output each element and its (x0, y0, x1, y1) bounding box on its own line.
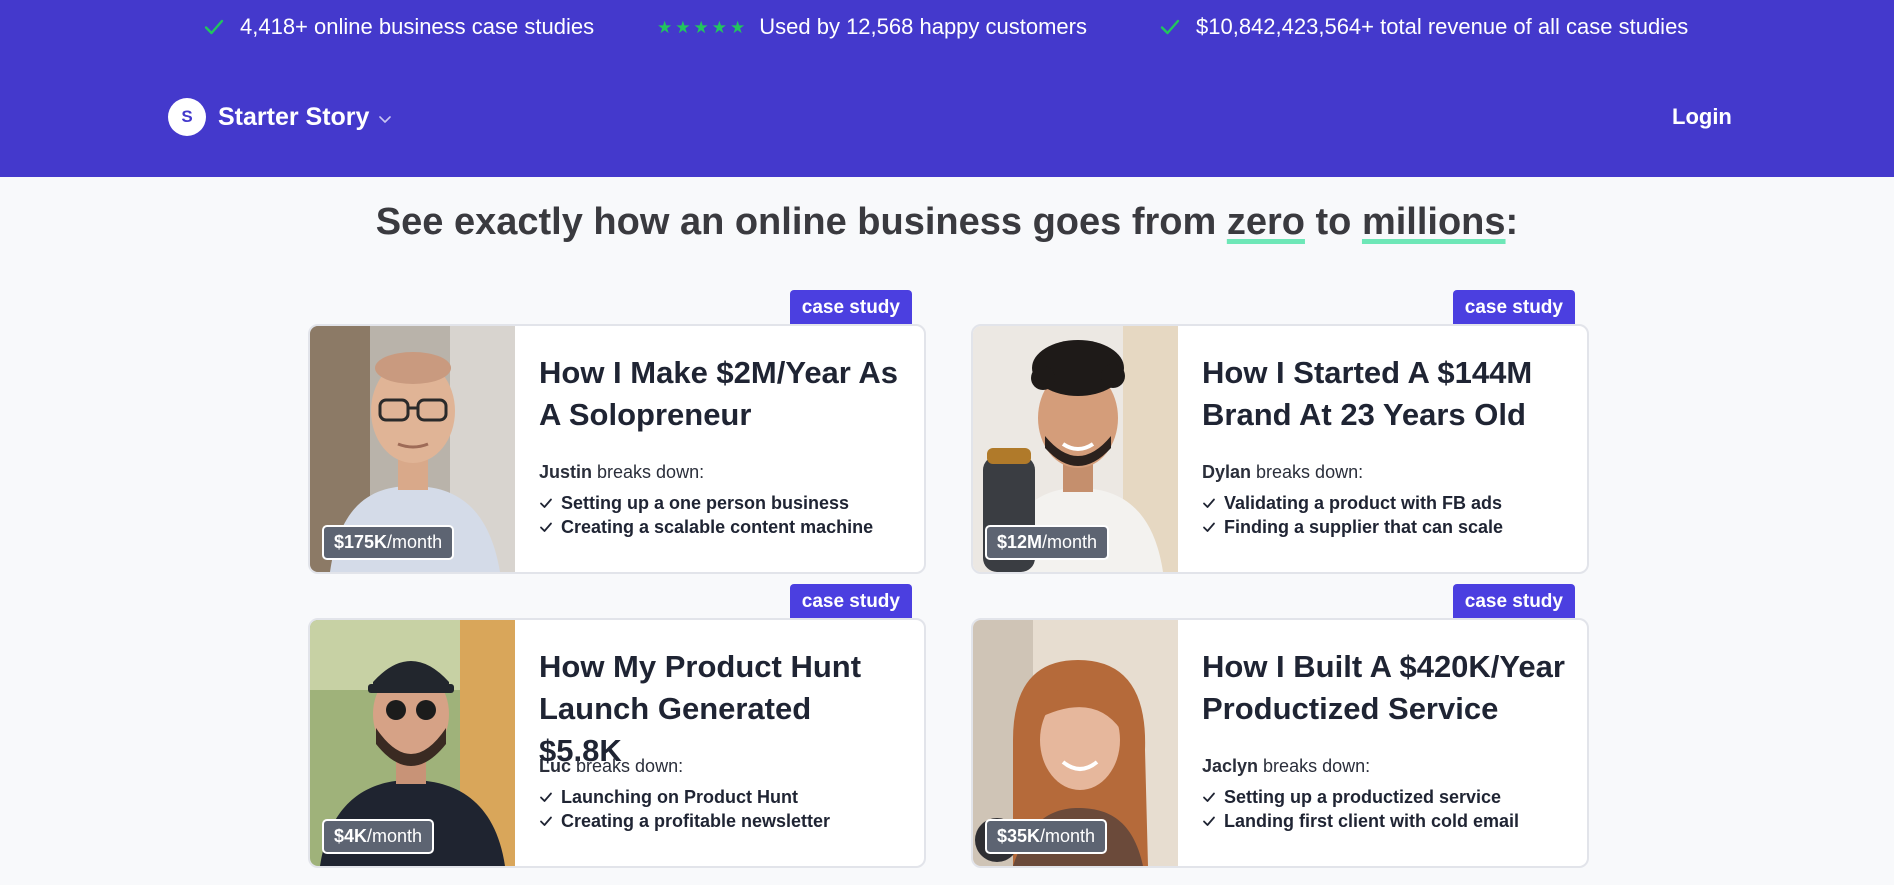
top-banner: 4,418+ online business case studies ★ ★ ★ ★… (0, 0, 1894, 177)
breaks-down-text: breaks down: (592, 462, 705, 482)
founder-name: Luc (539, 756, 572, 776)
case-study-tag[interactable]: case study (1452, 290, 1575, 326)
brand-name: Starter Story (218, 102, 370, 131)
breaks-down-text: breaks down: (1251, 462, 1364, 482)
case-study-tag[interactable]: case study (1452, 584, 1575, 620)
takeaways-list: Setting up a one person business Creatin… (539, 491, 902, 539)
takeaway-text: Setting up a one person business (561, 492, 850, 513)
stat-case-studies: 4,418+ online business case studies (202, 14, 594, 40)
takeaway-item: Setting up a one person business (539, 491, 902, 515)
check-icon (1160, 19, 1180, 35)
revenue-period: /month (367, 826, 423, 846)
stat-revenue: $10,842,423,564+ total revenue of all ca… (1158, 14, 1688, 40)
check-icon (204, 19, 224, 35)
revenue-amount: $12M (997, 532, 1043, 552)
revenue-period: /month (387, 532, 443, 552)
takeaway-text: Creating a profitable newsletter (561, 810, 831, 831)
card-body: How I Built A $420K/Year Productized Ser… (1178, 620, 1587, 866)
takeaway-text: Landing first client with cold email (1224, 810, 1520, 831)
case-study-tag[interactable]: case study (789, 290, 912, 326)
founder-photo: $12M/month (973, 326, 1178, 572)
takeaways-list: Validating a product with FB ads Finding… (1202, 491, 1565, 539)
card-body: How I Started A $144M Brand At 23 Years … (1178, 326, 1587, 572)
case-study-card[interactable]: $12M/month How I Started A $144M Brand A… (971, 324, 1589, 574)
takeaway-item: Validating a product with FB ads (1202, 491, 1565, 515)
chevron-down-icon (379, 116, 392, 123)
founder-name: Justin (539, 462, 593, 482)
card-title: How I Started A $144M Brand At 23 Years … (1202, 355, 1533, 432)
takeaway-text: Validating a product with FB ads (1224, 492, 1503, 513)
headline-text: : (1505, 201, 1519, 243)
founder-name: Dylan (1202, 462, 1252, 482)
logo-badge: S (168, 98, 206, 136)
headline-text: See exactly how an online business goes … (375, 201, 1227, 243)
card-title: How My Product Hunt Launch Generated $5.… (539, 649, 862, 768)
brand-logo-menu[interactable]: S Starter Story (168, 98, 393, 136)
revenue-period: /month (1042, 532, 1098, 552)
card-title: How I Built A $420K/Year Productized Ser… (1202, 649, 1565, 726)
takeaway-item: Landing first client with cold email (1202, 809, 1565, 833)
check-icon (540, 816, 552, 826)
breaks-down-label: Jaclyn breaks down: (1202, 756, 1565, 777)
revenue-period: /month (1040, 826, 1096, 846)
page-headline: See exactly how an online business goes … (0, 201, 1894, 244)
stat-customers: ★ ★ ★ ★ ★ Used by 12,568 happy customers (657, 14, 1087, 40)
case-study-card[interactable]: $4K/month How My Product Hunt Launch Gen… (308, 618, 926, 868)
check-icon (1203, 498, 1215, 508)
breaks-down-label: Dylan breaks down: (1202, 462, 1565, 483)
headline-text: to (1304, 201, 1362, 243)
login-link[interactable]: Login (1672, 104, 1732, 130)
revenue-amount: $175K (334, 532, 388, 552)
five-stars-icon: ★ ★ ★ ★ ★ (657, 17, 746, 37)
check-icon (540, 522, 552, 532)
revenue-amount: $4K (334, 826, 368, 846)
takeaway-text: Creating a scalable content machine (561, 516, 874, 537)
headline-highlight-zero: zero (1226, 201, 1305, 243)
stat-text: 4,418+ online business case studies (240, 14, 595, 39)
founder-name: Jaclyn (1202, 756, 1259, 776)
takeaway-text: Setting up a productized service (1224, 786, 1502, 807)
takeaway-text: Launching on Product Hunt (561, 786, 798, 807)
breaks-down-text: breaks down: (571, 756, 684, 776)
takeaway-text: Finding a supplier that can scale (1224, 516, 1504, 537)
takeaway-item: Launching on Product Hunt (539, 785, 902, 809)
headline-highlight-millions: millions (1361, 201, 1506, 243)
stats-bar: 4,418+ online business case studies ★ ★ ★ ★… (0, 14, 1894, 40)
check-icon (1203, 522, 1215, 532)
check-icon (540, 498, 552, 508)
takeaways-list: Setting up a productized service Landing… (1202, 785, 1565, 833)
founder-photo: $175K/month (310, 326, 515, 572)
takeaway-item: Creating a profitable newsletter (539, 809, 902, 833)
founder-photo: $4K/month (310, 620, 515, 866)
takeaway-item: Setting up a productized service (1202, 785, 1565, 809)
stat-text: Used by 12,568 happy customers (759, 14, 1087, 39)
case-study-card-wrapper: case study $175K/month How I Make $2M/Ye… (308, 290, 926, 574)
revenue-amount: $35K (997, 826, 1041, 846)
case-study-card[interactable]: $175K/month How I Make $2M/Year As A Sol… (308, 324, 926, 574)
revenue-badge: $35K/month (985, 819, 1108, 854)
stat-text: $10,842,423,564+ total revenue of all ca… (1196, 14, 1689, 39)
revenue-badge: $12M/month (985, 525, 1110, 560)
card-title: How I Make $2M/Year As A Solopreneur (539, 355, 898, 432)
case-study-card-wrapper: case study $12M/month How I Started A $1… (971, 290, 1589, 574)
revenue-badge: $175K/month (322, 525, 455, 560)
breaks-down-text: breaks down: (1258, 756, 1371, 776)
takeaway-item: Finding a supplier that can scale (1202, 515, 1565, 539)
check-icon (1203, 792, 1215, 802)
breaks-down-label: Luc breaks down: (539, 756, 902, 777)
founder-photo: $35K/month (973, 620, 1178, 866)
card-body: How My Product Hunt Launch Generated $5.… (515, 620, 924, 866)
case-study-tag[interactable]: case study (789, 584, 912, 620)
takeaways-list: Launching on Product Hunt Creating a pro… (539, 785, 902, 833)
breaks-down-label: Justin breaks down: (539, 462, 902, 483)
takeaway-item: Creating a scalable content machine (539, 515, 902, 539)
card-body: How I Make $2M/Year As A Solopreneur Jus… (515, 326, 924, 572)
case-study-card-wrapper: case study $35K/month How I Built A $420… (971, 584, 1589, 868)
check-icon (540, 792, 552, 802)
revenue-badge: $4K/month (322, 819, 435, 854)
check-icon (1203, 816, 1215, 826)
case-study-card-wrapper: case study $4K/month How My Product Hunt… (308, 584, 926, 868)
case-study-card[interactable]: $35K/month How I Built A $420K/Year Prod… (971, 618, 1589, 868)
